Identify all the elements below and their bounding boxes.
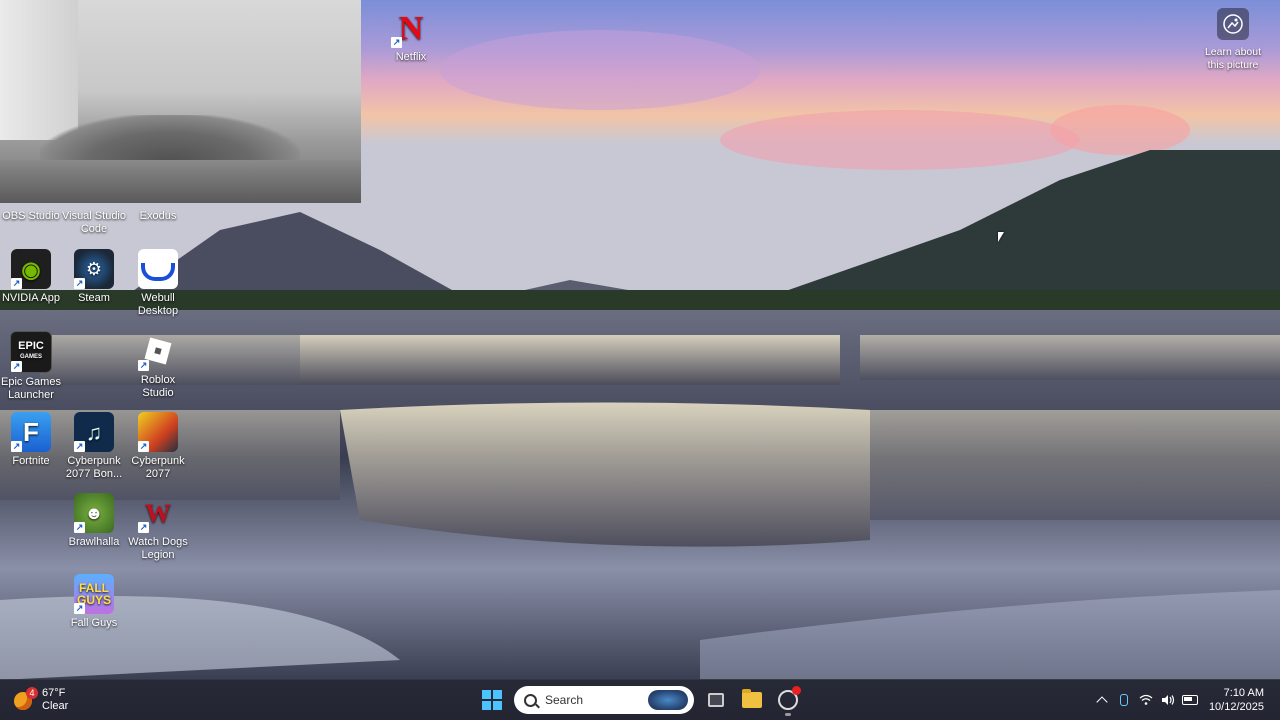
icon-label: Cyberpunk 2077 xyxy=(131,455,185,480)
chevron-up-icon xyxy=(1096,696,1108,708)
icon-label: Watch Dogs Legion xyxy=(128,536,188,561)
weather-temp: 67°F xyxy=(42,687,66,699)
icon-label: Webull Desktop xyxy=(137,292,179,317)
watch-dogs-icon: W ↗ xyxy=(138,498,171,533)
clock[interactable]: 7:10 AM 10/12/2025 xyxy=(1209,686,1264,714)
icon-label: Fall Guys xyxy=(70,617,118,629)
music-note-icon: ♫ ↗ xyxy=(74,412,114,452)
icon-label: NVIDIA App xyxy=(1,292,61,304)
desktop-icon-netflix[interactable]: N ↗ Netflix xyxy=(378,8,444,64)
clock-date: 10/12/2025 xyxy=(1208,701,1264,713)
desktop-icon-steam[interactable]: ⚙ ↗ Steam xyxy=(61,249,127,305)
search-icon xyxy=(524,693,537,707)
learn-about-picture-button[interactable]: Learn about this picture xyxy=(1198,8,1268,72)
chrome-button[interactable] xyxy=(774,686,802,716)
battery-button[interactable] xyxy=(1179,689,1201,711)
windows-logo-icon xyxy=(482,690,502,710)
weather-condition: Clear xyxy=(42,700,69,712)
webcam-overlay xyxy=(0,0,361,203)
desktop-icon-fall-guys[interactable]: FALL GUYS ↗ Fall Guys xyxy=(61,574,127,630)
microphone-button[interactable] xyxy=(1113,689,1135,711)
netflix-icon: N ↗ xyxy=(391,9,424,48)
search-placeholder: Search xyxy=(545,693,584,707)
desktop-icon-nvidia-app[interactable]: ◉ ↗ NVIDIA App xyxy=(0,249,64,305)
icon-label: Netflix xyxy=(395,51,427,63)
microphone-icon xyxy=(1119,694,1128,706)
desktop-icon-epic-games[interactable]: EPIC GAMES ↗ Epic Games Launcher xyxy=(0,331,64,402)
webcam-bed xyxy=(0,160,361,203)
brawlhalla-icon: ☻ ↗ xyxy=(74,493,114,533)
epic-games-icon: EPIC GAMES ↗ xyxy=(10,331,52,373)
webull-icon xyxy=(138,249,178,289)
fall-guys-icon: FALL GUYS ↗ xyxy=(74,574,114,614)
search-box[interactable]: Search xyxy=(514,686,694,714)
desktop-icon-brawlhalla[interactable]: ☻ ↗ Brawlhalla xyxy=(61,493,127,549)
icon-label: Cyberpunk 2077 Bon... xyxy=(65,455,123,480)
cyberpunk-icon: ↗ xyxy=(138,412,178,452)
weather-widget[interactable]: 4 67°F Clear xyxy=(14,685,68,715)
notification-badge: 4 xyxy=(26,687,38,699)
icon-label: Fortnite xyxy=(12,455,50,467)
task-view-button[interactable] xyxy=(702,686,730,714)
desktop-icon-roblox-studio[interactable]: ↗ Roblox Studio xyxy=(125,331,191,400)
taskbar-apps: Search xyxy=(478,684,802,716)
weather-icon: 4 xyxy=(14,687,38,710)
task-view-icon xyxy=(708,693,724,707)
taskbar: 4 67°F Clear Search 7:10 AM 10/12/2025 xyxy=(0,679,1280,720)
clock-time: 7:10 AM xyxy=(1223,687,1264,699)
desktop-icon-cyberpunk-2077[interactable]: ↗ Cyberpunk 2077 xyxy=(125,412,191,481)
fortnite-icon: F ↗ xyxy=(11,412,51,452)
camera-icon xyxy=(1217,8,1249,40)
obs-studio-label[interactable]: OBS Studio xyxy=(0,210,64,223)
running-indicator xyxy=(785,713,791,716)
desktop-icon-fortnite[interactable]: F ↗ Fortnite xyxy=(0,412,64,468)
icon-label: Brawlhalla xyxy=(68,536,120,548)
search-highlight-icon xyxy=(648,690,688,710)
icon-label: Epic Games Launcher xyxy=(1,376,61,401)
desktop-icon-watch-dogs-legion[interactable]: W ↗ Watch Dogs Legion xyxy=(125,493,191,562)
chrome-icon xyxy=(778,686,801,710)
desktop-icon-webull[interactable]: Webull Desktop xyxy=(125,249,191,318)
show-hidden-icons-button[interactable] xyxy=(1091,689,1113,711)
steam-icon: ⚙ ↗ xyxy=(74,249,114,289)
notification-dot xyxy=(792,686,801,695)
wifi-icon xyxy=(1139,694,1153,705)
nvidia-icon: ◉ ↗ xyxy=(11,249,51,289)
battery-icon xyxy=(1181,695,1198,705)
file-explorer-button[interactable] xyxy=(738,686,766,714)
system-tray: 7:10 AM 10/12/2025 xyxy=(1091,680,1280,720)
icon-label: Steam xyxy=(78,292,110,304)
vscode-label[interactable]: Visual Studio Code xyxy=(61,210,127,236)
desktop-icon-cyberpunk-bonus[interactable]: ♫ ↗ Cyberpunk 2077 Bon... xyxy=(61,412,127,481)
mouse-cursor-icon xyxy=(998,232,1004,242)
exodus-label[interactable]: Exodus xyxy=(125,210,191,223)
wifi-button[interactable] xyxy=(1135,689,1157,711)
volume-button[interactable] xyxy=(1157,689,1179,711)
roblox-studio-icon: ↗ xyxy=(138,331,178,371)
learn-about-label: Learn about this picture xyxy=(1204,46,1262,71)
start-button[interactable] xyxy=(478,686,506,714)
speaker-icon xyxy=(1161,695,1175,705)
folder-icon xyxy=(742,689,762,708)
icon-label: Roblox Studio xyxy=(140,374,176,399)
